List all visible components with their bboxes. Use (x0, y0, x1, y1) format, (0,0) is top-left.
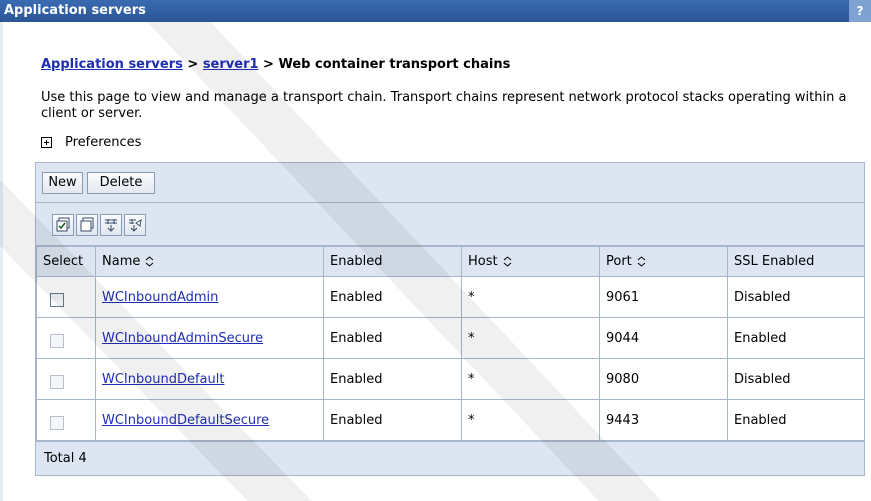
new-button[interactable]: New (42, 172, 83, 194)
column-header-name-label: Name (102, 254, 141, 269)
column-header-port-label: Port (606, 254, 632, 269)
table-row: WCInboundAdminSecure Enabled * 9044 Enab… (36, 317, 865, 359)
icon-toolbar (36, 203, 864, 246)
column-header-name[interactable]: Name (95, 246, 324, 277)
chain-name-link[interactable]: WCInboundAdmin (102, 290, 218, 305)
delete-button[interactable]: Delete (87, 172, 155, 194)
sort-icon[interactable] (503, 256, 512, 267)
window-title: Application servers (4, 3, 146, 18)
host-cell: * (461, 276, 600, 318)
title-bar: Application servers ? (0, 0, 871, 22)
transport-chains-table: Select Name Enabled Host Port SSL Enable… (36, 246, 865, 441)
sort-icon[interactable] (637, 256, 646, 267)
table-row: WCInboundDefault Enabled * 9080 Disabled (36, 358, 865, 400)
breadcrumb-server1[interactable]: server1 (203, 57, 259, 72)
name-cell: WCInboundAdmin (95, 276, 324, 318)
select-cell (36, 317, 96, 359)
frame-left-border (0, 22, 3, 501)
expand-plus-icon[interactable] (41, 137, 52, 148)
column-header-ssl-enabled: SSL Enabled (727, 246, 865, 277)
clear-filter-icon[interactable] (124, 214, 146, 236)
row-checkbox[interactable] (50, 293, 64, 307)
table-header-row: Select Name Enabled Host Port SSL Enable… (36, 246, 865, 277)
breadcrumb: Application servers > server1 > Web cont… (41, 57, 510, 72)
ssl-cell: Disabled (727, 358, 865, 400)
port-cell: 9061 (599, 276, 728, 318)
enabled-cell: Enabled (323, 399, 462, 441)
port-cell: 9443 (599, 399, 728, 441)
page-description: Use this page to view and manage a trans… (41, 90, 847, 121)
table-row: WCInboundDefaultSecure Enabled * 9443 En… (36, 399, 865, 441)
breadcrumb-separator: > (182, 57, 203, 72)
name-cell: WCInboundAdminSecure (95, 317, 324, 359)
enabled-cell: Enabled (323, 358, 462, 400)
column-header-enabled: Enabled (323, 246, 462, 277)
host-cell: * (461, 358, 600, 400)
table-footer: Total 4 (36, 441, 864, 475)
column-header-select: Select (36, 246, 96, 277)
select-cell (36, 276, 96, 318)
enabled-cell: Enabled (323, 317, 462, 359)
ssl-cell: Disabled (727, 276, 865, 318)
button-toolbar: New Delete (36, 163, 864, 203)
sort-icon[interactable] (145, 256, 154, 267)
select-cell (36, 358, 96, 400)
row-checkbox[interactable] (50, 416, 64, 430)
port-cell: 9044 (599, 317, 728, 359)
show-filter-icon[interactable] (100, 214, 122, 236)
preferences-label: Preferences (65, 135, 142, 150)
enabled-cell: Enabled (323, 276, 462, 318)
name-cell: WCInboundDefault (95, 358, 324, 400)
help-button[interactable]: ? (849, 0, 871, 22)
collection-panel: New Delete Select Name Enabled Host Port (35, 162, 865, 476)
column-header-host-label: Host (468, 254, 498, 269)
row-checkbox[interactable] (50, 375, 64, 389)
name-cell: WCInboundDefaultSecure (95, 399, 324, 441)
column-header-port[interactable]: Port (599, 246, 728, 277)
chain-name-link[interactable]: WCInboundAdminSecure (102, 331, 263, 346)
column-header-host[interactable]: Host (461, 246, 600, 277)
ssl-cell: Enabled (727, 317, 865, 359)
preferences-toggle[interactable]: Preferences (41, 135, 141, 150)
page-title: Web container transport chains (278, 57, 511, 72)
breadcrumb-application-servers[interactable]: Application servers (41, 57, 183, 72)
deselect-all-icon[interactable] (76, 214, 98, 236)
total-count: Total 4 (44, 451, 87, 466)
select-all-icon[interactable] (52, 214, 74, 236)
chain-name-link[interactable]: WCInboundDefault (102, 372, 224, 387)
host-cell: * (461, 399, 600, 441)
select-cell (36, 399, 96, 441)
host-cell: * (461, 317, 600, 359)
port-cell: 9080 (599, 358, 728, 400)
table-row: WCInboundAdmin Enabled * 9061 Disabled (36, 276, 865, 318)
ssl-cell: Enabled (727, 399, 865, 441)
chain-name-link[interactable]: WCInboundDefaultSecure (102, 413, 269, 428)
row-checkbox[interactable] (50, 334, 64, 348)
breadcrumb-separator: > (258, 57, 279, 72)
